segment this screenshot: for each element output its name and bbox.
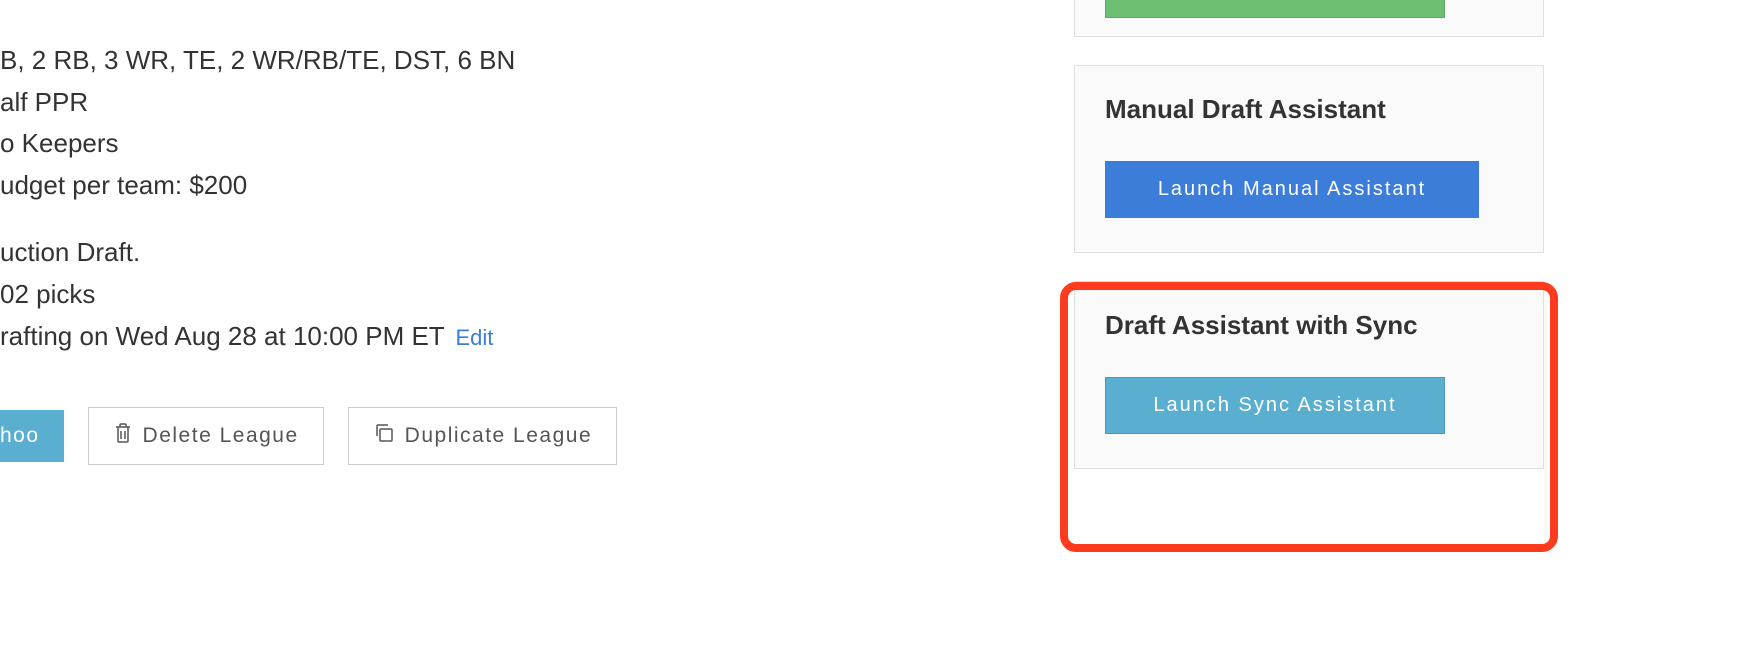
keepers-line: o Keepers — [0, 123, 1000, 165]
sync-assistant-card: Draft Assistant with Sync Launch Sync As… — [1074, 281, 1544, 469]
draft-time-line: rafting on Wed Aug 28 at 10:00 PM ET Edi… — [0, 316, 1000, 358]
duplicate-button-label: Duplicate League — [405, 424, 592, 448]
sidebar: Start a Mock Draft Manual Draft Assistan… — [1074, 0, 1544, 497]
league-info-list: B, 2 RB, 3 WR, TE, 2 WR/RB/TE, DST, 6 BN… — [0, 40, 1000, 357]
edit-link[interactable]: Edit — [455, 325, 493, 350]
launch-manual-assistant-button[interactable]: Launch Manual Assistant — [1105, 161, 1479, 218]
yahoo-button[interactable]: hoo — [0, 410, 64, 462]
trash-icon — [113, 422, 133, 450]
action-button-row: hoo Delete League Duplicate League — [0, 407, 1000, 465]
draft-type-line: uction Draft. — [0, 232, 1000, 274]
manual-assistant-card: Manual Draft Assistant Launch Manual Ass… — [1074, 65, 1544, 253]
start-mock-draft-button[interactable]: Start a Mock Draft — [1105, 0, 1445, 18]
delete-button-label: Delete League — [143, 424, 299, 448]
delete-league-button[interactable]: Delete League — [88, 407, 324, 465]
mock-draft-card: Start a Mock Draft — [1074, 0, 1544, 37]
roster-line: B, 2 RB, 3 WR, TE, 2 WR/RB/TE, DST, 6 BN — [0, 40, 1000, 82]
sync-assistant-title: Draft Assistant with Sync — [1105, 310, 1513, 341]
spacer — [0, 206, 1000, 232]
picks-line: 02 picks — [0, 274, 1000, 316]
launch-sync-assistant-button[interactable]: Launch Sync Assistant — [1105, 377, 1445, 434]
yahoo-button-label: hoo — [0, 424, 40, 448]
budget-line: udget per team: $200 — [0, 165, 1000, 207]
scoring-line: alf PPR — [0, 82, 1000, 124]
draft-time-text: rafting on Wed Aug 28 at 10:00 PM ET — [0, 321, 444, 351]
duplicate-league-button[interactable]: Duplicate League — [348, 407, 617, 465]
manual-assistant-title: Manual Draft Assistant — [1105, 94, 1513, 125]
league-details-panel: B, 2 RB, 3 WR, TE, 2 WR/RB/TE, DST, 6 BN… — [0, 40, 1000, 465]
duplicate-icon — [373, 422, 395, 450]
